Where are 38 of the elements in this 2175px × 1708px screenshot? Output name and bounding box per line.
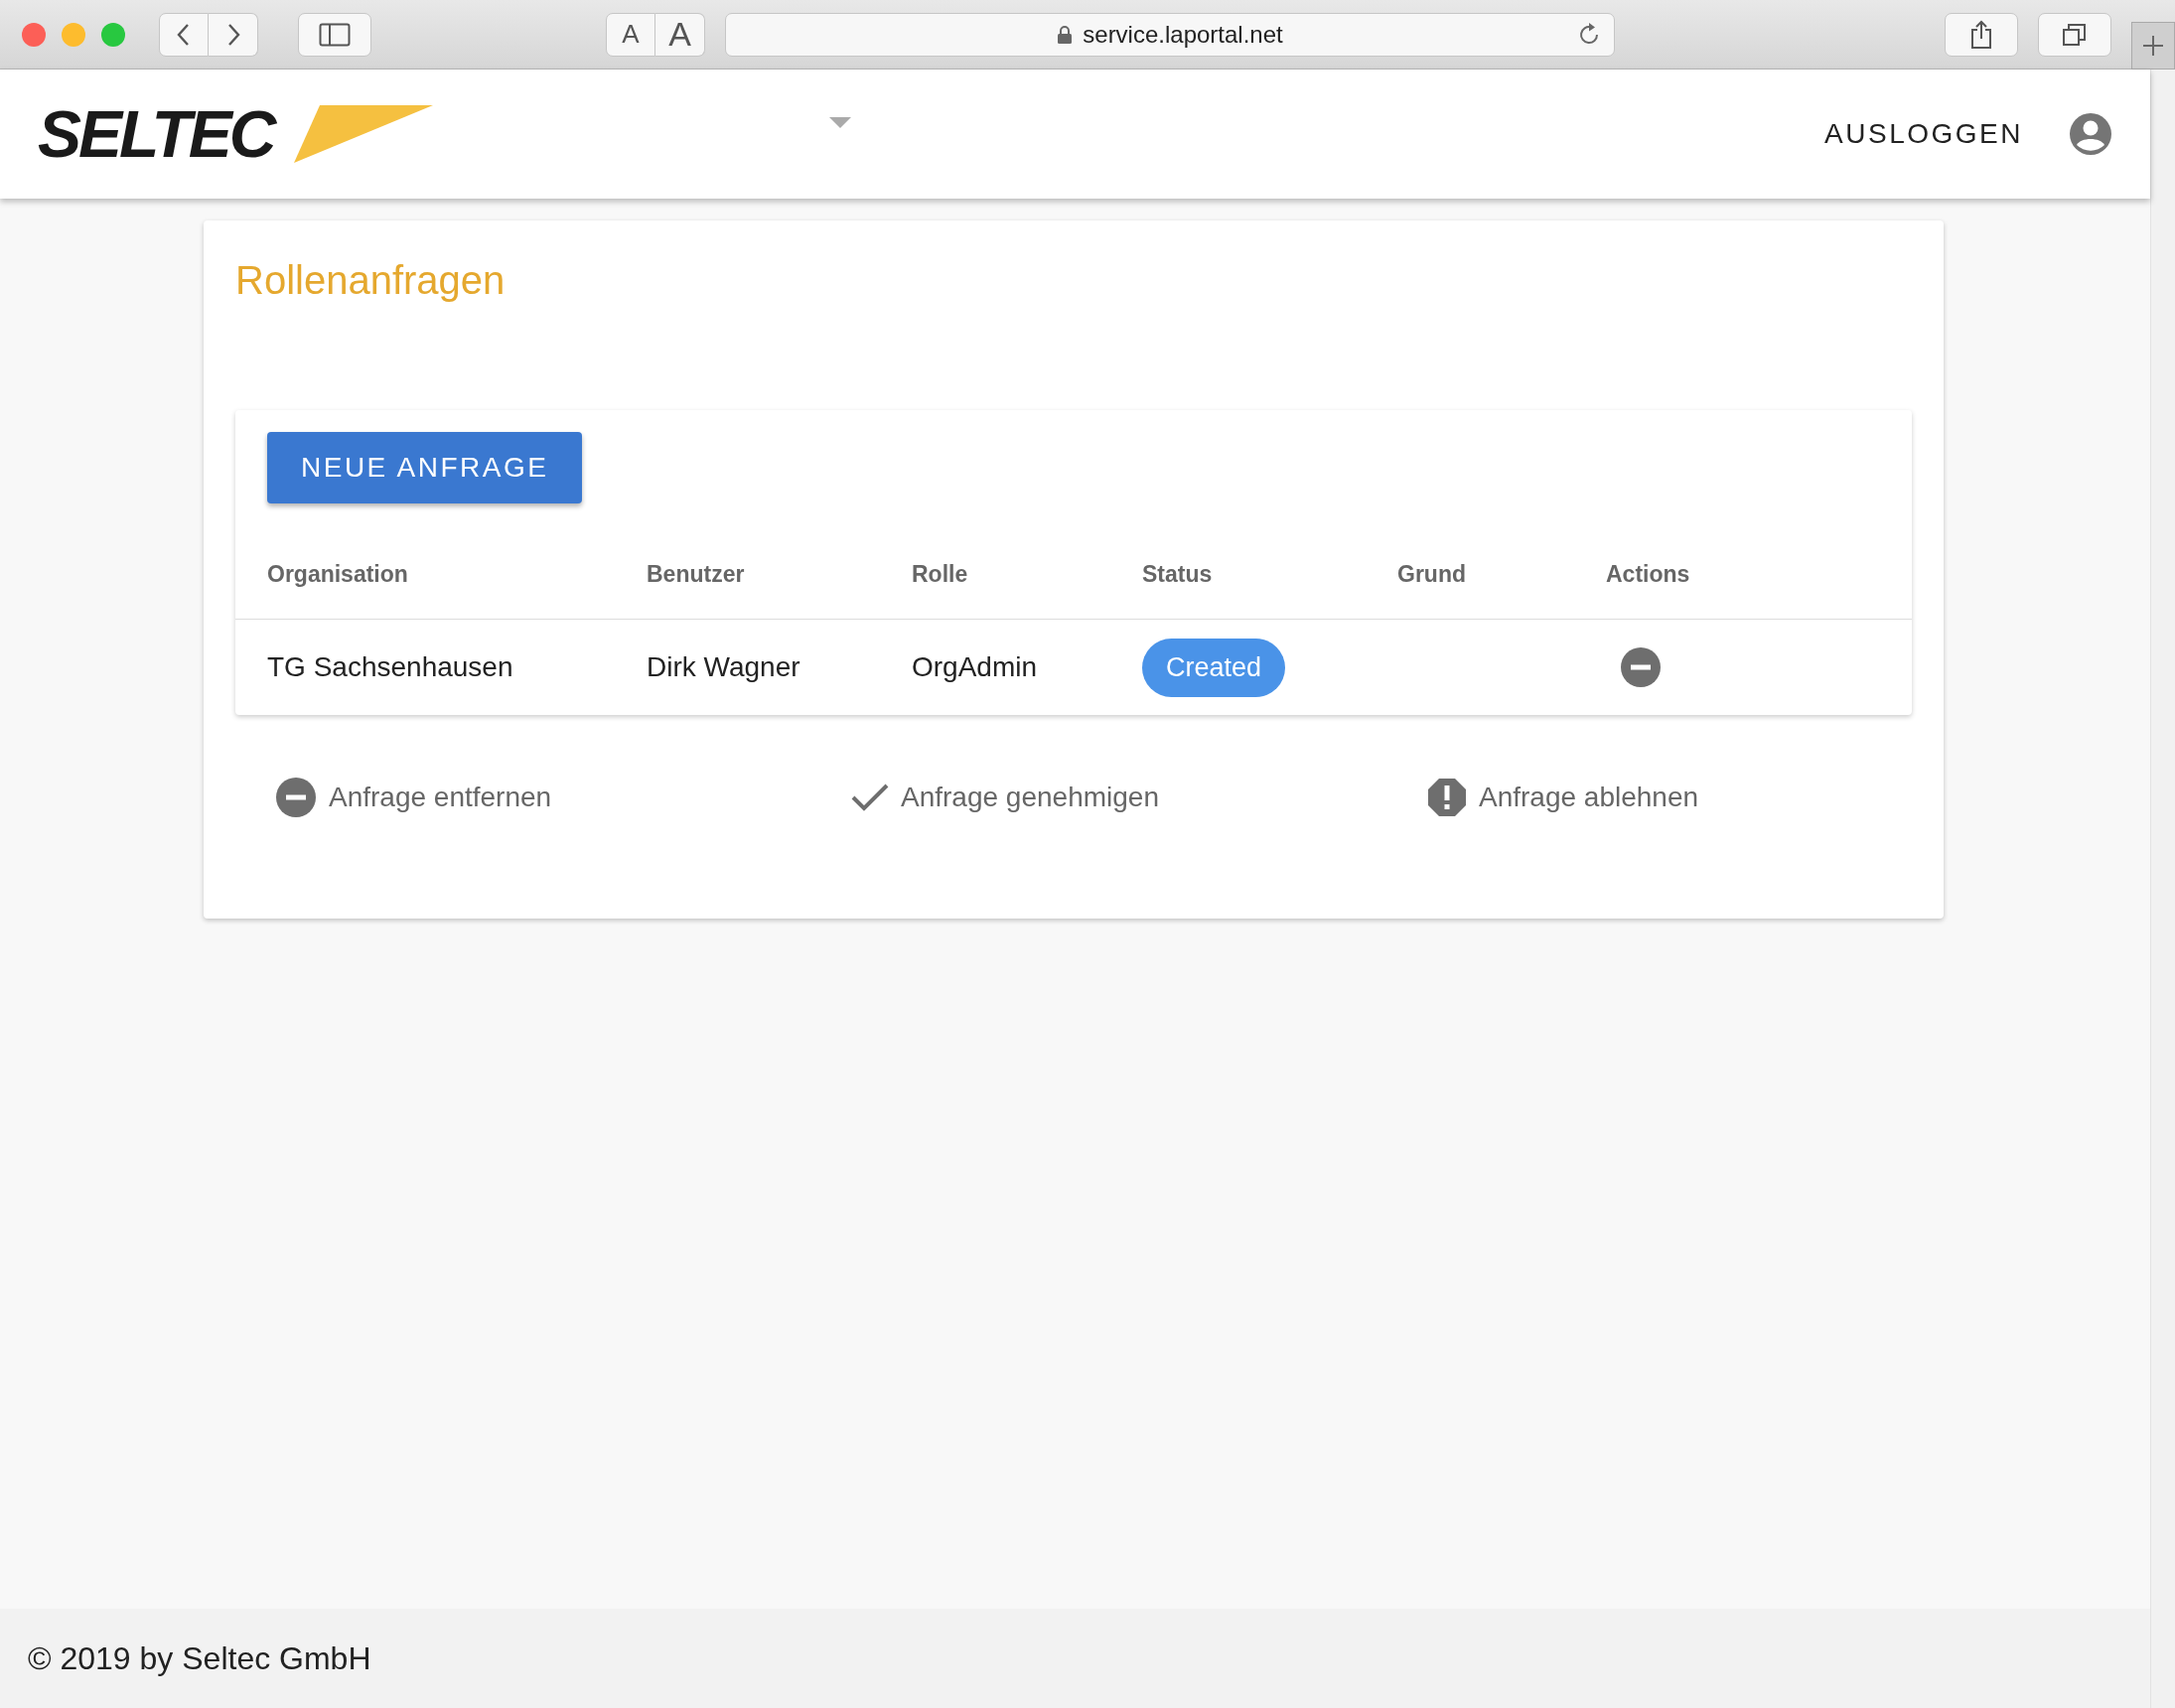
column-header: Organisation	[235, 529, 615, 620]
remove-icon	[275, 777, 317, 818]
copyright-text: © 2019 by Seltec GmbH	[28, 1639, 371, 1677]
account-icon[interactable]	[2069, 112, 2112, 156]
remove-icon[interactable]	[1620, 646, 1662, 688]
text-size-button[interactable]: A	[606, 12, 655, 57]
share-icon	[1968, 19, 1994, 50]
back-button[interactable]	[159, 12, 209, 57]
status-chip: Created	[1142, 638, 1286, 697]
logout-button[interactable]: AUSLOGGEN	[1816, 112, 2031, 156]
lock-icon	[1057, 24, 1074, 45]
legend-label: Anfrage ablehnen	[1479, 782, 1699, 813]
exclamation-octagon-icon	[1427, 778, 1467, 817]
tabs-icon	[2061, 21, 2089, 48]
legend-label: Anfrage genehmigen	[901, 782, 1159, 813]
text-size-button[interactable]: A	[655, 12, 705, 57]
logo[interactable]: SELTEC	[34, 94, 441, 174]
column-header: Status	[1110, 529, 1366, 620]
table-cell: OrgAdmin	[880, 619, 1110, 715]
checkmark-icon	[851, 783, 889, 812]
new-request-button[interactable]: NEUE ANFRAGE	[267, 432, 583, 503]
column-header: Grund	[1366, 529, 1574, 620]
column-header: Benutzer	[615, 529, 880, 620]
table-cell: TG Sachsenhausen	[235, 619, 615, 715]
tabs-overview-button[interactable]	[2038, 12, 2111, 57]
forward-button[interactable]	[209, 12, 258, 57]
share-button[interactable]	[1945, 12, 2018, 57]
table-cell: Dirk Wagner	[615, 619, 880, 715]
column-header: Actions	[1574, 529, 1912, 620]
page-title: Rollenanfragen	[235, 258, 507, 303]
address-bar[interactable]: service.laportal.net	[725, 12, 1615, 57]
new-tab-button[interactable]	[2131, 21, 2175, 70]
url-text: service.laportal.net	[1083, 20, 1283, 49]
plus-icon	[2141, 33, 2165, 58]
sidebar-icon	[319, 22, 351, 47]
sidebar-button[interactable]	[298, 12, 371, 57]
column-header: Rolle	[880, 529, 1110, 620]
legend-label: Anfrage entfernen	[329, 782, 552, 813]
